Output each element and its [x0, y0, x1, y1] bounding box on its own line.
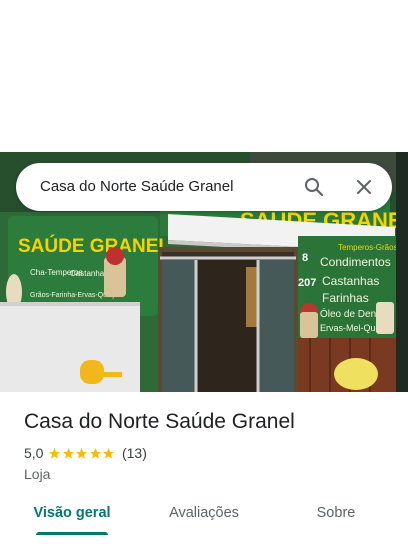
right-sign-line-4: Farinhas	[322, 291, 369, 305]
search-icon[interactable]	[302, 175, 326, 199]
tab-overview[interactable]: Visão geral	[24, 494, 120, 534]
star-icon	[76, 447, 88, 459]
search-bar[interactable]: Casa do Norte Saúde Granel	[16, 163, 392, 211]
map-blank-area	[0, 0, 408, 152]
place-tabs: Visão geral Avaliações Sobre	[0, 494, 408, 544]
place-name: Casa do Norte Saúde Granel	[24, 410, 295, 433]
left-sign-title: SAÚDE GRANEL	[18, 235, 170, 257]
left-sign-line-2: Castanhas	[70, 269, 108, 278]
star-icon	[103, 447, 115, 459]
house-number-1: 8	[302, 252, 308, 264]
star-icon	[63, 447, 74, 459]
place-category: Loja	[24, 466, 51, 482]
right-sign-line-3: Castanhas	[322, 274, 379, 288]
right-sign-line-1: Temperos-Grãos	[338, 243, 398, 252]
tab-about[interactable]: Sobre	[290, 494, 382, 534]
house-number-2: 207	[298, 277, 316, 289]
reviews-count[interactable]: (13)	[122, 445, 147, 461]
rating-stars	[48, 447, 116, 460]
star-icon	[49, 447, 61, 459]
rating-row[interactable]: 5,0 (13)	[24, 444, 147, 462]
star-icon	[90, 447, 101, 459]
right-sign-line-2: Condimentos	[320, 255, 391, 269]
rating-value: 5,0	[24, 445, 44, 461]
search-input[interactable]: Casa do Norte Saúde Granel	[40, 163, 233, 211]
active-tab-indicator	[36, 532, 108, 535]
close-icon[interactable]	[352, 175, 376, 199]
tab-reviews[interactable]: Avaliações	[156, 494, 252, 534]
